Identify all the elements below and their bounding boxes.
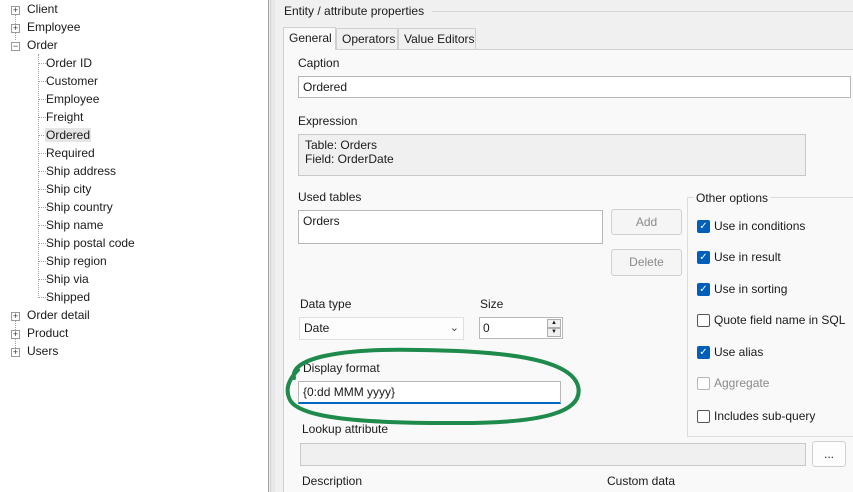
checkbox-label: Use in conditions — [714, 219, 806, 233]
lookup-browse-button[interactable]: ... — [812, 441, 846, 467]
tree-item-client[interactable]: + Client — [11, 1, 59, 18]
tree-item-order[interactable]: − Order — [11, 37, 59, 54]
other-options-title: Other options — [694, 191, 771, 205]
checkbox-box[interactable] — [697, 410, 710, 423]
checkbox-box[interactable] — [697, 377, 710, 390]
lookup-attribute-label: Lookup attribute — [302, 422, 389, 436]
spin-buttons[interactable]: ▲ ▼ — [547, 319, 561, 337]
caption-input[interactable]: Ordered — [298, 76, 851, 98]
tree-item-label: Customer — [46, 74, 99, 88]
expand-icon[interactable]: + — [11, 312, 20, 321]
tree-item-label: Order — [27, 38, 58, 52]
tree-item-shipped[interactable]: Shipped — [45, 289, 91, 306]
tree-item-label: Product — [27, 326, 69, 340]
checkbox-box[interactable] — [697, 314, 710, 327]
size-stepper[interactable]: 0 ▲ ▼ — [479, 317, 563, 339]
data-type-value: Date — [304, 321, 330, 335]
tree-item-label: Freight — [46, 110, 84, 124]
checkmark-icon[interactable]: ✓ — [697, 251, 710, 264]
tab-value-editors[interactable]: Value Editors — [398, 28, 476, 50]
expand-icon[interactable]: + — [11, 6, 20, 15]
properties-group-title: Entity / attribute properties — [284, 4, 425, 18]
caption-label: Caption — [298, 56, 340, 70]
tab-operators[interactable]: Operators — [336, 28, 398, 50]
tree-item-employee[interactable]: + Employee — [11, 19, 81, 36]
tree-item-ordered[interactable]: Ordered — [45, 127, 92, 144]
checkbox-label: Use alias — [714, 345, 764, 359]
add-table-button[interactable]: Add — [611, 209, 682, 235]
used-tables-list[interactable]: Orders — [298, 210, 603, 244]
tree-item-ship-region[interactable]: Ship region — [45, 253, 108, 270]
tree-item-label: Ship city — [46, 182, 92, 196]
data-type-label: Data type — [300, 297, 352, 311]
tree-item-required[interactable]: Required — [45, 145, 96, 162]
tree-item-employee-attr[interactable]: Employee — [45, 91, 100, 108]
expression-table: Table: Orders — [305, 138, 378, 152]
tree-item-order-id[interactable]: Order ID — [45, 55, 93, 72]
checkbox-label: Use in sorting — [714, 282, 788, 296]
tree-item-label: Ship postal code — [46, 236, 135, 250]
tree-item-label: Users — [27, 344, 59, 358]
tree-item-ship-postal-code[interactable]: Ship postal code — [45, 235, 136, 252]
collapse-icon[interactable]: − — [11, 42, 20, 51]
highlight-circle-annotation — [285, 347, 581, 426]
tree-item-label: Order ID — [46, 56, 93, 70]
tree-item-ship-country[interactable]: Ship country — [45, 199, 114, 216]
custom-data-label: Custom data — [607, 474, 676, 488]
tree-item-label: Ordered — [45, 128, 92, 142]
chevron-down-icon: ⌄ — [449, 322, 459, 334]
spin-down-icon[interactable]: ▼ — [547, 328, 561, 337]
tree-item-label: Ship region — [46, 254, 107, 268]
expression-box: Table: Orders Field: OrderDate — [298, 134, 806, 176]
checkmark-icon[interactable]: ✓ — [697, 346, 710, 359]
data-type-select[interactable]: Date ⌄ — [299, 317, 464, 340]
tree-item-label: Employee — [46, 92, 100, 106]
checkbox-label: Quote field name in SQL — [714, 313, 846, 327]
tree-item-order-detail[interactable]: + Order detail — [11, 307, 91, 324]
tree-item-ship-via[interactable]: Ship via — [45, 271, 90, 288]
tree-item-ship-address[interactable]: Ship address — [45, 163, 117, 180]
tree-item-freight[interactable]: Freight — [45, 109, 84, 126]
description-label: Description — [302, 474, 363, 488]
group-divider — [432, 11, 853, 12]
checkbox-label: Includes sub-query — [714, 409, 816, 423]
tree-item-label: Required — [46, 146, 95, 160]
tab-general[interactable]: General — [283, 27, 336, 50]
expression-label: Expression — [298, 114, 358, 128]
lookup-attribute-input[interactable] — [300, 443, 806, 466]
tree-item-label: Client — [27, 2, 58, 16]
tree-item-ship-city[interactable]: Ship city — [45, 181, 92, 198]
tree-item-label: Employee — [27, 20, 81, 34]
used-tables-label: Used tables — [298, 190, 362, 204]
entity-tree[interactable]: + Client + Employee − Order Order ID Cus… — [0, 0, 269, 492]
tree-item-label: Ship via — [46, 272, 89, 286]
list-item[interactable]: Orders — [303, 212, 598, 230]
expand-icon[interactable]: + — [11, 330, 20, 339]
panel-splitter[interactable] — [270, 0, 275, 492]
checkbox-label: Use in result — [714, 250, 781, 264]
spin-up-icon[interactable]: ▲ — [547, 319, 561, 328]
tree-item-ship-name[interactable]: Ship name — [45, 217, 104, 234]
checkbox-label: Aggregate — [714, 376, 770, 390]
tree-item-label: Ship name — [46, 218, 104, 232]
tree-item-label: Ship country — [46, 200, 113, 214]
tree-item-customer[interactable]: Customer — [45, 73, 99, 90]
checkmark-icon[interactable]: ✓ — [697, 220, 710, 233]
tree-item-product[interactable]: + Product — [11, 325, 69, 342]
delete-table-button[interactable]: Delete — [611, 249, 682, 276]
size-label: Size — [480, 297, 504, 311]
expand-icon[interactable]: + — [11, 348, 20, 357]
tree-item-users[interactable]: + Users — [11, 343, 59, 360]
size-value: 0 — [483, 321, 490, 335]
tree-item-label: Shipped — [46, 290, 91, 304]
expression-field: Field: OrderDate — [305, 152, 394, 166]
tree-item-label: Order detail — [27, 308, 90, 322]
expand-icon[interactable]: + — [11, 24, 20, 33]
tree-item-label: Ship address — [46, 164, 117, 178]
checkmark-icon[interactable]: ✓ — [697, 283, 710, 296]
